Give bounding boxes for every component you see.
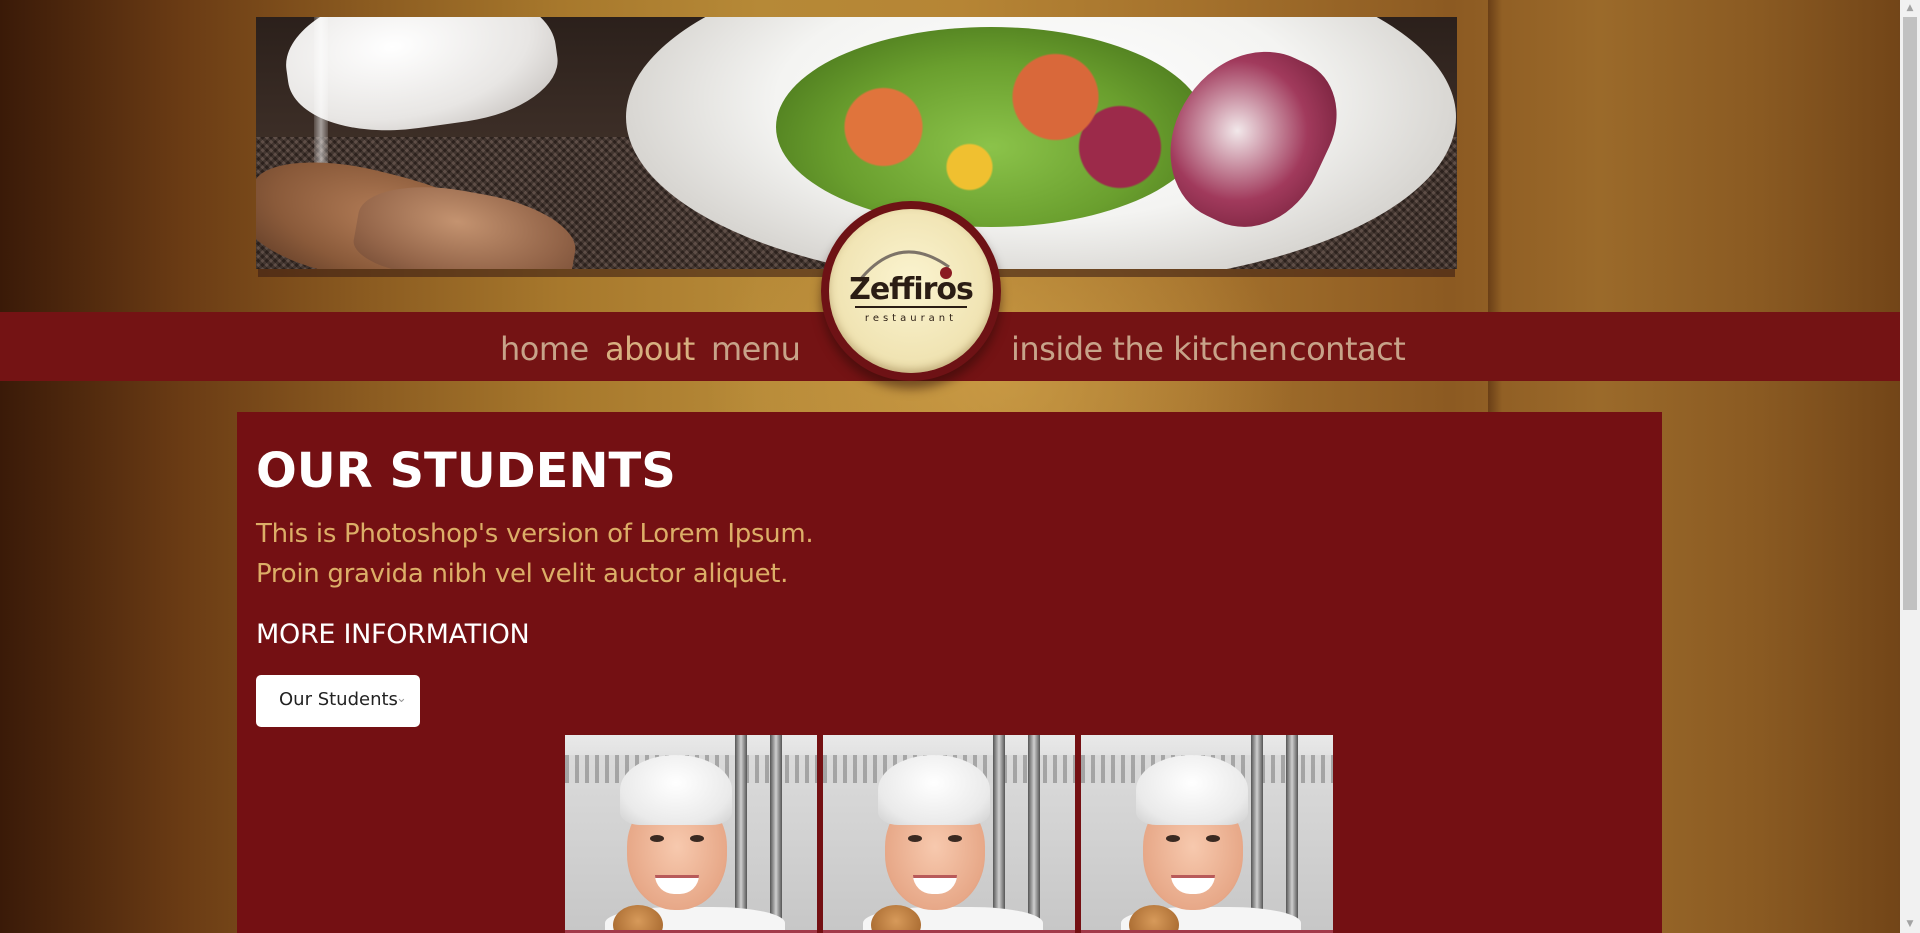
student-photo [1081,735,1333,933]
students-dropdown[interactable]: Our Students ⌄ [256,675,420,727]
student-photo [565,735,817,933]
vertical-scrollbar[interactable]: ▲ ▼ [1900,0,1920,933]
scroll-up-arrow-icon[interactable]: ▲ [1900,0,1920,17]
more-information-heading: MORE INFORMATION [256,619,530,650]
nav-contact[interactable]: contact [1289,330,1406,368]
nav-home[interactable]: home [500,330,589,368]
intro-text-line: Proin gravida nibh vel velit auctor aliq… [256,559,789,589]
logo-graphic: Zeffiros restaurant [849,250,974,324]
logo-tagline: restaurant [865,313,957,324]
scrollbar-thumb[interactable] [1903,17,1917,610]
page-title: OUR STUDENTS [256,443,676,499]
scroll-down-arrow-icon[interactable]: ▼ [1900,916,1920,933]
chevron-down-icon: ⌄ [396,691,407,706]
shrimp-salad [776,27,1206,227]
logo-wordmark: Zeffiros [849,272,973,307]
nav-menu[interactable]: menu [711,330,801,368]
dropdown-selected-value: Our Students [279,689,398,710]
intro-text-line: This is Photoshop's version of Lorem Ips… [256,519,814,549]
nav-about[interactable]: about [605,330,695,368]
restaurant-logo[interactable]: Zeffiros restaurant [821,201,1001,381]
nav-inside-the-kitchen[interactable]: inside the kitchen [1011,330,1288,368]
student-photo [823,735,1075,933]
